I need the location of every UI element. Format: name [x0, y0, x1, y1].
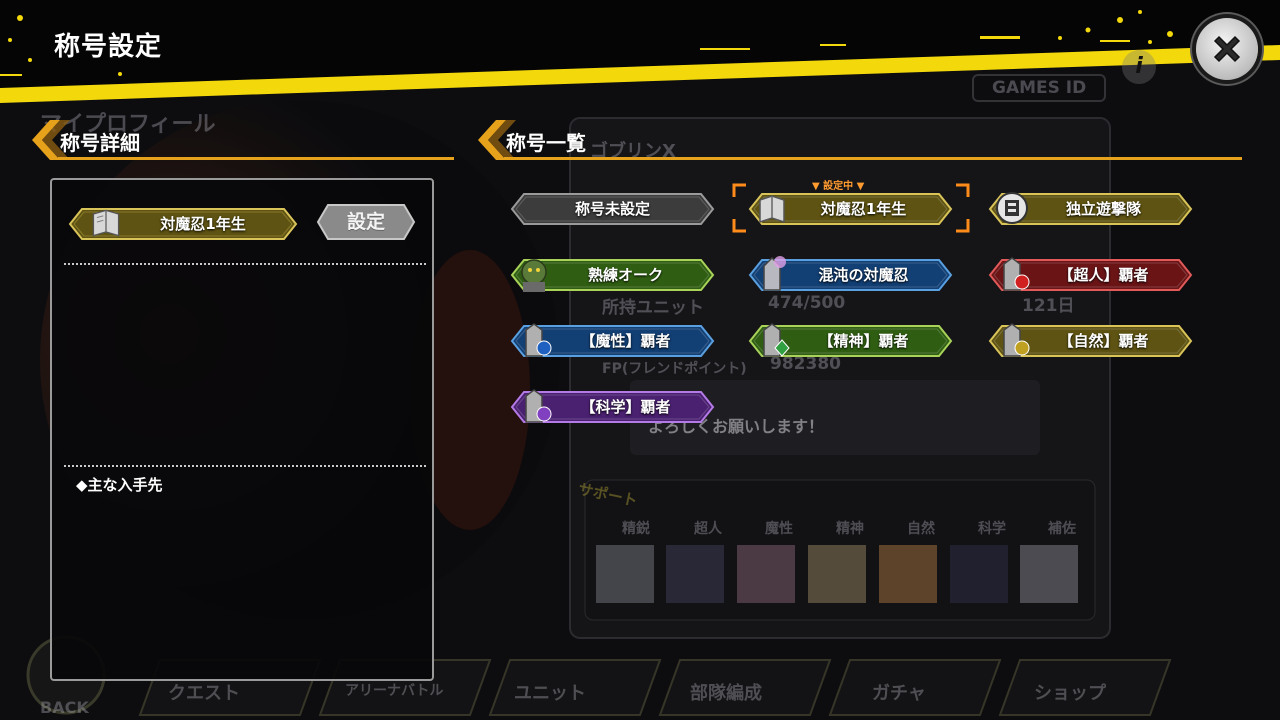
bg-attr: 科学 — [978, 521, 1006, 537]
title-badge-label: 【科学】覇者 — [580, 398, 671, 416]
bg-attr: 自然 — [907, 521, 935, 537]
info-icon[interactable]: i — [1122, 50, 1156, 84]
title-badge[interactable]: 称号未設定 — [510, 192, 715, 226]
close-button[interactable] — [1196, 18, 1258, 80]
title-badge-label: 【超人】覇者 — [1058, 266, 1149, 284]
detail-section-title: 称号詳細 — [60, 131, 140, 155]
title-badge[interactable]: 【精神】覇者 — [748, 323, 953, 358]
bg-fp-label: FP(フレンドポイント) — [602, 361, 747, 377]
bg-attr: 精鋭 — [622, 521, 650, 537]
bg-units-label: 所持ユニット — [602, 298, 704, 318]
title-badge-label: 称号未設定 — [574, 200, 650, 218]
bg-nav-shop: ショップ — [1034, 683, 1106, 704]
close-x-icon — [1213, 35, 1241, 63]
set-button-label: 設定 — [346, 211, 385, 233]
bg-attr: 精神 — [836, 521, 864, 537]
title-badge-label: 【魔性】覇者 — [580, 332, 671, 350]
title-badge[interactable]: 【魔性】覇者 — [510, 323, 715, 358]
title-badge[interactable]: 熟練オーク — [510, 258, 715, 292]
divider — [64, 263, 426, 265]
title-badge[interactable]: 対魔忍1年生 — [748, 192, 953, 226]
title-detail-panel — [50, 178, 434, 681]
bg-attr: 超人 — [694, 521, 722, 537]
bg-attr: 魔性 — [765, 521, 793, 537]
selected-title-label: 対魔忍1年生 — [160, 215, 246, 233]
list-section-header: 称号一覧 — [478, 120, 1242, 160]
title-badge[interactable]: 独立遊撃隊 — [988, 192, 1193, 226]
title-badge-label: 独立遊撃隊 — [1065, 200, 1141, 218]
detail-section-header: 称号詳細 — [32, 120, 454, 160]
title-badge[interactable]: 【科学】覇者 — [510, 389, 715, 424]
title-badge-label: 【自然】覇者 — [1058, 332, 1149, 350]
bg-attribute-row: 精鋭 超人 魔性 精神 自然 科学 補佐 — [604, 518, 1094, 538]
title-badge-label: 対魔忍1年生 — [820, 200, 907, 218]
set-title-button[interactable]: 設定 — [316, 203, 416, 241]
title-badge-label: 【精神】覇者 — [818, 332, 909, 350]
section-header-chevron — [478, 120, 1242, 160]
bg-attr: 補佐 — [1048, 521, 1076, 537]
bg-units-value: 474/500 — [768, 293, 846, 313]
selected-title-badge: 対魔忍1年生 — [68, 207, 298, 241]
acquisition-source-label: ◆主な入手先 — [76, 476, 163, 494]
bg-nav-formation: 部隊編成 — [690, 683, 762, 704]
title-badge[interactable]: 【自然】覇者 — [988, 323, 1193, 358]
bg-nav-gacha: ガチャ — [872, 683, 926, 704]
header-bar — [0, 0, 1280, 103]
page-title: 称号設定 — [54, 32, 163, 62]
list-section-title: 称号一覧 — [506, 131, 586, 155]
bg-back-label: BACK — [40, 698, 89, 717]
divider — [64, 465, 426, 467]
bg-nav-unit: ユニット — [514, 683, 586, 704]
bg-days: 121日 — [1022, 296, 1075, 316]
title-badge[interactable]: 【超人】覇者 — [988, 257, 1193, 292]
title-badge-label: 混沌の対魔忍 — [818, 266, 909, 284]
title-badge[interactable]: 混沌の対魔忍 — [748, 256, 953, 292]
bg-nav-quest: クエスト — [168, 683, 240, 704]
title-badge-label: 熟練オーク — [587, 266, 663, 284]
bg-nav-arena: アリーナバトル — [345, 683, 444, 699]
